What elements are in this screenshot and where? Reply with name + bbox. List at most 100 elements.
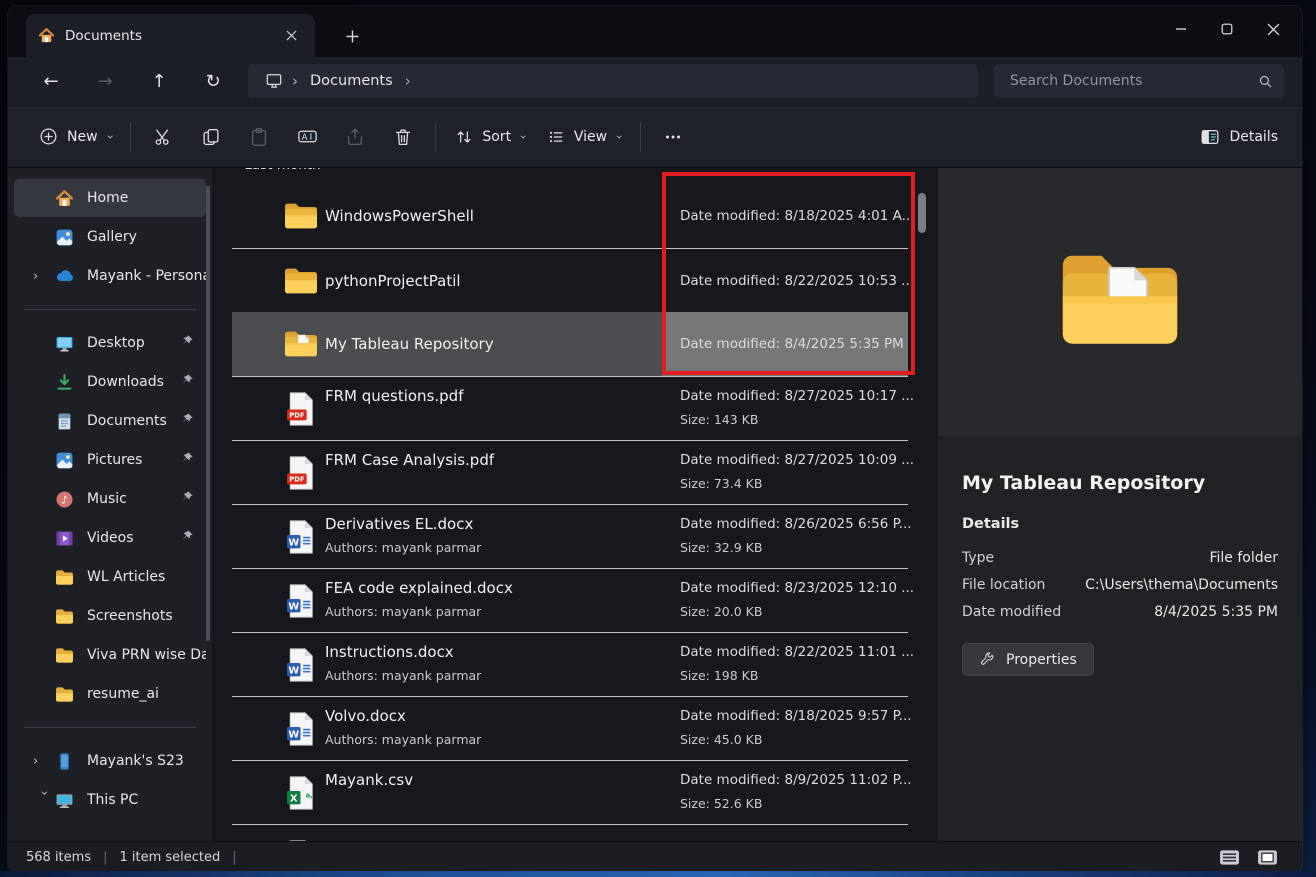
maximize-button[interactable]	[1204, 12, 1250, 46]
address-bar[interactable]: › Documents ›	[248, 64, 978, 98]
details-field-type: TypeFile folder	[962, 544, 1278, 571]
sidebar-item-wl-articles[interactable]: WL Articles	[14, 558, 206, 596]
large-icons-view-toggle[interactable]	[1254, 847, 1280, 869]
breadcrumb-documents[interactable]: Documents	[300, 73, 403, 89]
minimize-button[interactable]	[1158, 12, 1204, 46]
sidebar-scrollbar[interactable]	[206, 186, 210, 641]
field-value: C:\Users\thema\Documents	[1085, 577, 1278, 593]
search-icon[interactable]	[1257, 73, 1274, 90]
share-button[interactable]	[334, 118, 376, 156]
sidebar-item-viva-prn-wise-da[interactable]: Viva PRN wise Da	[14, 636, 206, 674]
sidebar-item-pictures[interactable]: Pictures	[14, 441, 206, 479]
file-authors: Authors: mayank parmar	[325, 604, 513, 619]
new-button[interactable]: New ›	[28, 118, 122, 155]
details-view-toggle[interactable]	[1216, 847, 1242, 869]
sort-button[interactable]: Sort ›	[444, 119, 536, 155]
copy-button[interactable]	[190, 118, 232, 156]
search-input[interactable]	[1008, 72, 1257, 90]
breadcrumb-chevron-icon[interactable]: ›	[403, 72, 413, 90]
sidebar-item-videos[interactable]: Videos	[14, 519, 206, 557]
pin-icon	[180, 529, 196, 547]
rename-button[interactable]: A	[286, 118, 328, 156]
file-name: Volvo.docx	[325, 707, 481, 725]
back-button[interactable]: ←	[32, 64, 70, 98]
folder-icon	[55, 567, 75, 587]
new-tab-button[interactable]	[338, 22, 366, 50]
sidebar-item-downloads[interactable]: Downloads	[14, 363, 206, 401]
expand-chevron-icon[interactable]: ›	[33, 269, 55, 284]
view-button[interactable]: View ›	[536, 119, 632, 155]
sidebar-item-mayank-s-s23[interactable]: ›Mayank's S23	[14, 742, 206, 780]
svg-text:PDF: PDF	[289, 475, 305, 483]
toolbar-separator	[130, 122, 131, 152]
sidebar-item-gallery[interactable]: Gallery	[14, 218, 206, 256]
sidebar-item-documents[interactable]: Documents	[14, 402, 206, 440]
group-header-last-month[interactable]: ›Last month	[231, 168, 938, 184]
downloads-icon	[55, 372, 75, 392]
sidebar-item-this-pc[interactable]: › This PC	[14, 781, 206, 819]
file-date-modified: Date modified: 8/18/2025 4:01 A...	[680, 208, 915, 224]
forward-button[interactable]: →	[86, 64, 124, 98]
sidebar-item-resume-ai[interactable]: resume_ai	[14, 675, 206, 713]
status-divider: |	[232, 850, 236, 865]
sidebar-item-label: Pictures	[87, 452, 180, 468]
expand-chevron-icon[interactable]: ›	[33, 754, 55, 769]
file-row-frm-case-analysis-pdf[interactable]: PDFFRM Case Analysis.pdfDate modified: 8…	[232, 440, 908, 504]
music-icon: ♪	[55, 489, 75, 509]
file-row-volvo-docx[interactable]: WVolvo.docxAuthors: mayank parmarDate mo…	[232, 696, 908, 760]
file-name: My Tableau Repository	[325, 335, 494, 353]
file-row-pythonprojectpatil[interactable]: pythonProjectPatilDate modified: 8/22/20…	[232, 248, 908, 312]
file-row-my-tableau-repository[interactable]: My Tableau Repository Date modified: 8/4/…	[232, 312, 908, 376]
sidebar-item-mayank-persona[interactable]: ›Mayank - Persona	[14, 257, 206, 295]
file-name: Mayank.csv	[325, 771, 413, 789]
file-row-frm-questions-pdf[interactable]: PDFFRM questions.pdfDate modified: 8/27/…	[232, 376, 908, 440]
word-icon: W	[283, 840, 319, 842]
up-button[interactable]: ↑	[140, 64, 178, 98]
file-row-derivatives-el-docx[interactable]: WDerivatives EL.docxAuthors: mayank parm…	[232, 504, 908, 568]
excel-icon: Xa,	[283, 776, 319, 810]
more-options-button[interactable]	[652, 118, 694, 156]
details-panel-icon	[1199, 126, 1221, 148]
svg-text:W: W	[288, 729, 299, 740]
file-row-windowspowershell[interactable]: WindowsPowerShellDate modified: 8/18/202…	[232, 184, 908, 248]
file-date-modified: Date modified: 8/9/2025 11:02 P...	[680, 772, 912, 788]
file-row-instructions-docx[interactable]: WInstructions.docxAuthors: mayank parmar…	[232, 632, 908, 696]
explorer-tab-documents[interactable]: Documents	[26, 14, 315, 57]
new-button-label: New	[67, 129, 98, 145]
sidebar-item-desktop[interactable]: Desktop	[14, 324, 206, 362]
tab-close-icon[interactable]	[279, 24, 303, 48]
file-list-scrollbar[interactable]	[918, 193, 926, 233]
title-bar: Documents	[8, 6, 1302, 57]
close-button[interactable]	[1250, 12, 1296, 46]
monitor-icon[interactable]	[258, 71, 290, 91]
search-box[interactable]	[994, 64, 1284, 98]
sidebar-item-music[interactable]: ♪Music	[14, 480, 206, 518]
file-row-fea-mayank-report-docx[interactable]: WFEA Mayank Report.docxDate modified: 8/…	[232, 824, 908, 841]
expand-chevron-icon[interactable]: ›	[37, 790, 52, 812]
pdf-icon: PDF	[283, 392, 319, 426]
pin-icon	[180, 373, 196, 391]
file-row-mayank-csv[interactable]: Xa,Mayank.csvDate modified: 8/9/2025 11:…	[232, 760, 908, 824]
navigation-sidebar: HomeGallery›Mayank - Persona DesktopDownl…	[8, 168, 212, 841]
file-date-modified: Date modified: 8/4/2025 5:35 PM	[680, 336, 904, 352]
file-name: pythonProjectPatil	[325, 272, 461, 290]
selected-count: 1 item selected	[119, 850, 220, 865]
paste-button[interactable]	[238, 118, 280, 156]
cut-button[interactable]	[142, 118, 184, 156]
sidebar-item-home[interactable]: Home	[14, 179, 206, 217]
svg-text:W: W	[288, 665, 299, 676]
properties-button[interactable]: Properties	[962, 643, 1094, 676]
sidebar-item-screenshots[interactable]: Screenshots	[14, 597, 206, 635]
folder-py-icon	[283, 267, 319, 295]
delete-button[interactable]	[382, 118, 424, 156]
folder-preview-icon	[1059, 250, 1181, 354]
svg-text:W: W	[288, 537, 299, 548]
file-name: FRM Case Analysis.pdf	[325, 451, 494, 469]
file-name: Derivatives EL.docx	[325, 515, 481, 533]
tab-title: Documents	[65, 28, 279, 44]
wrench-icon	[979, 651, 996, 668]
sidebar-item-label: This PC	[87, 792, 206, 808]
file-row-fea-code-explained-docx[interactable]: WFEA code explained.docxAuthors: mayank …	[232, 568, 908, 632]
details-pane-toggle[interactable]: Details	[1189, 118, 1288, 156]
refresh-button[interactable]: ↻	[194, 64, 232, 98]
